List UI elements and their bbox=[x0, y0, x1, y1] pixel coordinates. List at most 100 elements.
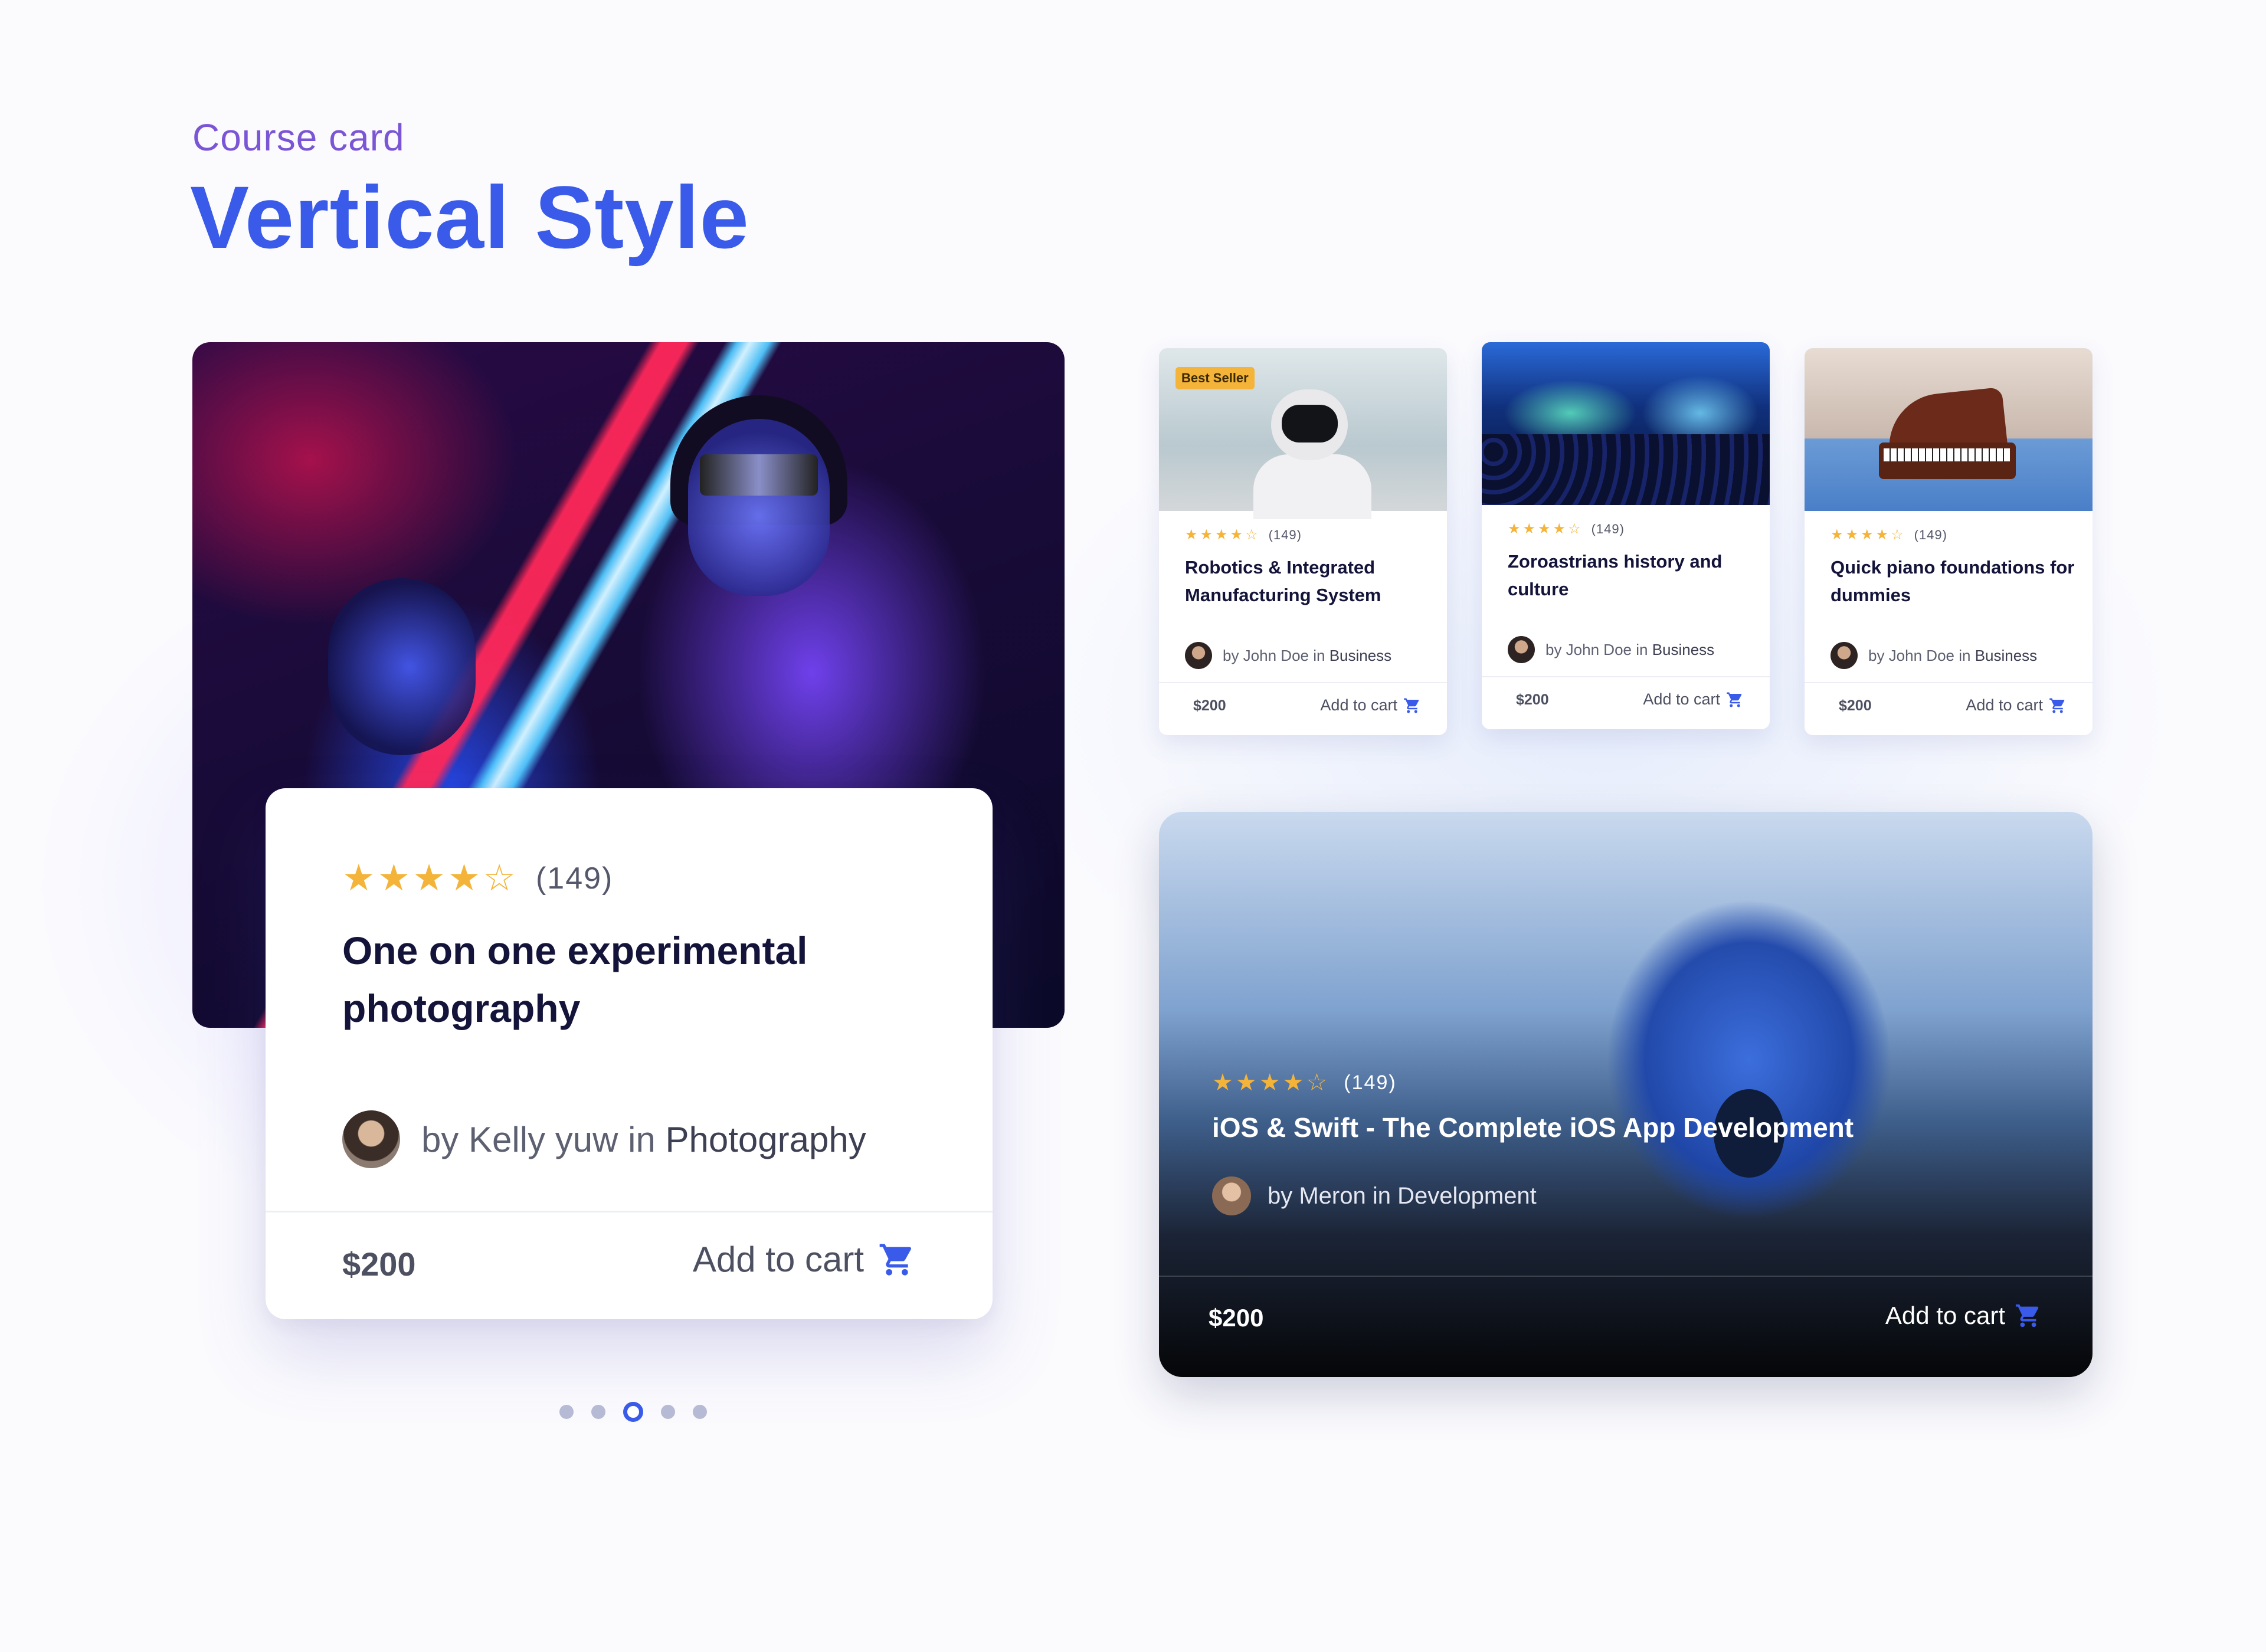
price: $200 bbox=[1839, 697, 1872, 714]
course-thumbnail[interactable]: Best Seller bbox=[1159, 348, 1447, 519]
add-to-cart-button[interactable]: Add to cart bbox=[1885, 1302, 2042, 1330]
course-card-piano[interactable]: ★ ★ ★ ★ ☆ (149) Quick piano foundations … bbox=[1805, 348, 2093, 735]
author-prefix: by John Doe in bbox=[1868, 646, 1971, 664]
divider bbox=[1805, 682, 2093, 683]
avatar[interactable] bbox=[1212, 1176, 1251, 1215]
category-link[interactable]: Photography bbox=[666, 1119, 866, 1160]
add-to-cart-label: Add to cart bbox=[692, 1240, 864, 1279]
best-seller-badge: Best Seller bbox=[1175, 367, 1255, 389]
rating-count: (149) bbox=[1268, 527, 1302, 542]
avatar[interactable] bbox=[1185, 642, 1212, 669]
rating: ★ ★ ★ ★ ☆ (149) bbox=[342, 860, 613, 897]
divider bbox=[1159, 1276, 2093, 1277]
image-detail bbox=[1282, 405, 1338, 442]
author-line: by John Doe in Business bbox=[1508, 636, 1714, 663]
price: $200 bbox=[342, 1245, 416, 1283]
image-detail bbox=[700, 454, 818, 496]
star-icon: ★ bbox=[1215, 527, 1228, 543]
divider bbox=[1482, 676, 1770, 677]
shopping-cart-icon bbox=[2049, 698, 2065, 713]
category-link[interactable]: Business bbox=[1330, 647, 1392, 665]
image-detail bbox=[1482, 434, 1770, 505]
star-icon: ★ bbox=[1875, 527, 1889, 543]
add-to-cart-button[interactable]: Add to cart bbox=[693, 1239, 916, 1280]
image-detail bbox=[1884, 448, 2010, 461]
carousel-dot[interactable] bbox=[661, 1405, 675, 1419]
rating-count: (149) bbox=[1914, 527, 1947, 542]
shopping-cart-icon bbox=[2015, 1304, 2039, 1328]
price: $200 bbox=[1193, 697, 1226, 714]
course-card-robotics[interactable]: Best Seller ★ ★ ★ ★ ☆ (149) Robotics & I… bbox=[1159, 348, 1447, 735]
star-icon: ★ bbox=[377, 858, 411, 899]
add-to-cart-label: Add to cart bbox=[1966, 696, 2043, 714]
rating: ★ ★ ★ ★ ☆ (149) bbox=[1831, 526, 1947, 543]
star-outline-icon: ☆ bbox=[1568, 521, 1581, 537]
course-title[interactable]: iOS & Swift - The Complete iOS App Devel… bbox=[1212, 1112, 1854, 1143]
star-icon: ★ bbox=[1831, 527, 1843, 543]
star-icon: ★ bbox=[1553, 521, 1566, 537]
star-icon: ★ bbox=[1508, 521, 1521, 537]
avatar[interactable] bbox=[342, 1110, 400, 1168]
course-title[interactable]: One on one experimental photography bbox=[342, 922, 921, 1037]
course-card-zoroastrians[interactable]: ★ ★ ★ ★ ☆ (149) Zoroastrians history and… bbox=[1482, 342, 1770, 729]
price: $200 bbox=[1209, 1304, 1264, 1332]
avatar[interactable] bbox=[1831, 642, 1858, 669]
course-thumbnail[interactable] bbox=[1805, 348, 2093, 511]
featured-course-card[interactable]: ★ ★ ★ ★ ☆ (149) One on one experimental … bbox=[266, 788, 993, 1319]
add-to-cart-button[interactable]: Add to cart bbox=[1966, 696, 2067, 714]
course-card-ios-swift[interactable]: ★ ★ ★ ★ ☆ (149) iOS & Swift - The Comple… bbox=[1159, 812, 2093, 1377]
author-line: by John Doe in Business bbox=[1831, 642, 2037, 669]
add-to-cart-button[interactable]: Add to cart bbox=[1643, 690, 1744, 709]
add-to-cart-label: Add to cart bbox=[1320, 696, 1397, 714]
course-title[interactable]: Zoroastrians history and culture bbox=[1508, 548, 1756, 603]
star-icon: ★ bbox=[342, 858, 375, 899]
carousel-dot[interactable] bbox=[559, 1405, 574, 1419]
rating-count: (149) bbox=[1344, 1071, 1397, 1094]
star-icon: ★ bbox=[1522, 521, 1536, 537]
image-detail bbox=[688, 419, 830, 596]
star-icon: ★ bbox=[1259, 1070, 1281, 1096]
author-line: by John Doe in Business bbox=[1185, 642, 1391, 669]
eyebrow-label: Course card bbox=[192, 116, 405, 159]
divider bbox=[266, 1211, 993, 1212]
author-line: by Meron in Development bbox=[1212, 1176, 1537, 1215]
author-line: by Kelly yuw in Photography bbox=[342, 1110, 866, 1168]
star-outline-icon: ☆ bbox=[1306, 1070, 1328, 1096]
star-icon: ★ bbox=[1200, 527, 1213, 543]
carousel-dot-active[interactable] bbox=[623, 1402, 643, 1422]
course-thumbnail[interactable] bbox=[1482, 342, 1770, 505]
rating-count: (149) bbox=[535, 861, 614, 896]
star-icon: ★ bbox=[1282, 1070, 1304, 1096]
divider bbox=[1159, 682, 1447, 683]
avatar[interactable] bbox=[1508, 636, 1535, 663]
rating: ★ ★ ★ ★ ☆ (149) bbox=[1508, 520, 1625, 537]
shopping-cart-icon bbox=[1727, 692, 1742, 707]
star-icon: ★ bbox=[1861, 527, 1874, 543]
image-detail bbox=[1253, 454, 1371, 519]
page-title: Vertical Style bbox=[190, 168, 749, 267]
star-icon: ★ bbox=[1212, 1070, 1233, 1096]
carousel-dots bbox=[559, 1402, 725, 1422]
add-to-cart-button[interactable]: Add to cart bbox=[1320, 696, 1421, 714]
star-outline-icon: ☆ bbox=[483, 858, 516, 899]
carousel-dot[interactable] bbox=[591, 1405, 605, 1419]
add-to-cart-label: Add to cart bbox=[1885, 1302, 2005, 1329]
author-prefix: by Kelly yuw in bbox=[421, 1119, 656, 1159]
category-link[interactable]: Business bbox=[1652, 641, 1715, 659]
course-title[interactable]: Robotics & Integrated Manufacturing Syst… bbox=[1185, 553, 1433, 609]
price: $200 bbox=[1516, 691, 1549, 708]
shopping-cart-icon bbox=[1404, 698, 1419, 713]
star-outline-icon: ☆ bbox=[1245, 527, 1258, 543]
star-icon: ★ bbox=[1235, 1070, 1257, 1096]
star-icon: ★ bbox=[1845, 527, 1859, 543]
author-prefix: by Meron in bbox=[1268, 1182, 1391, 1209]
author-prefix: by John Doe in bbox=[1545, 640, 1648, 658]
category-link[interactable]: Business bbox=[1975, 647, 2038, 665]
rating: ★ ★ ★ ★ ☆ (149) bbox=[1212, 1069, 1397, 1096]
category-link[interactable]: Development bbox=[1397, 1183, 1537, 1210]
course-title[interactable]: Quick piano foundations for dummies bbox=[1831, 553, 2078, 609]
carousel-dot[interactable] bbox=[693, 1405, 707, 1419]
star-icon: ★ bbox=[1185, 527, 1198, 543]
image-detail bbox=[328, 578, 476, 755]
add-to-cart-label: Add to cart bbox=[1643, 690, 1720, 708]
